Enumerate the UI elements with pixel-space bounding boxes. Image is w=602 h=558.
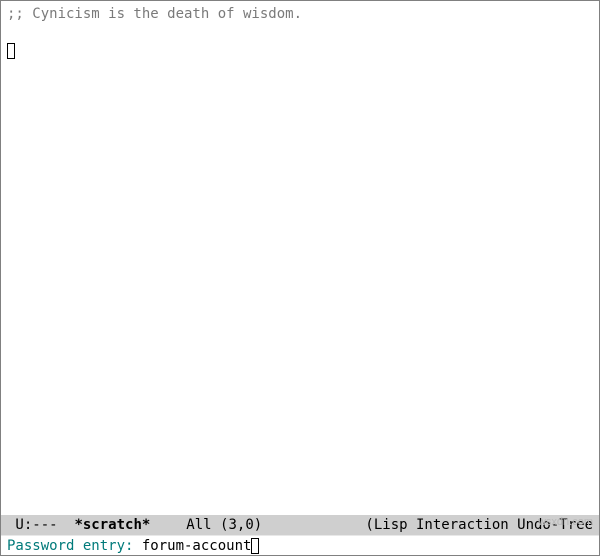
minibuffer-cursor-icon [251, 538, 259, 554]
mode-line-cursor: (3,0) [220, 517, 262, 533]
minibuffer[interactable]: Password entry: forum-account [1, 535, 599, 555]
buffer-blank-line [7, 23, 593, 41]
buffer-comment-line: ;; Cynicism is the death of wisdom. [7, 5, 593, 23]
minibuffer-prompt: Password entry: [7, 536, 142, 556]
minibuffer-input-value[interactable]: forum-account [142, 536, 252, 556]
buffer-cursor-line [7, 41, 593, 60]
mode-line-left: U:--- *scratch* All (3,0) [7, 515, 262, 535]
mode-line-position: All [186, 517, 211, 533]
mode-line-buffer-name: *scratch* [74, 517, 150, 533]
mode-line[interactable]: U:--- *scratch* All (3,0) (Lisp Interacti… [1, 515, 599, 535]
scratch-buffer[interactable]: ;; Cynicism is the death of wisdom. [1, 1, 599, 515]
emacs-frame: ;; Cynicism is the death of wisdom. U:--… [0, 0, 600, 556]
mode-line-status: U:--- [7, 517, 74, 533]
text-cursor-icon [7, 43, 15, 59]
mode-line-modes: (Lisp Interaction Undo-Tree [365, 515, 593, 535]
